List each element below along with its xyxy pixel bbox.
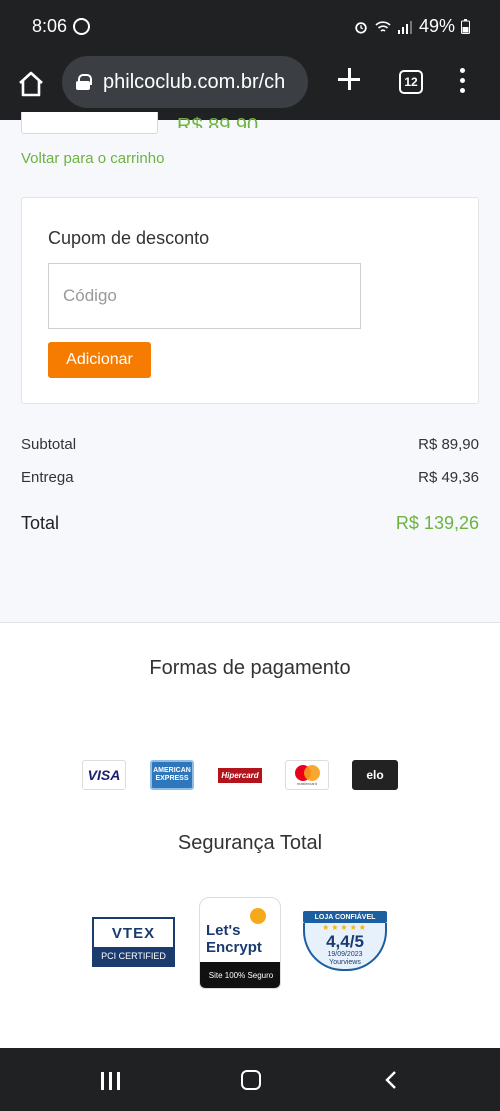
checkout-summary-area: R$ 89,90 Voltar para o carrinho Cupom de… <box>0 112 500 622</box>
shipping-value: R$ 49,36 <box>418 469 479 486</box>
item-price-partial: R$ 89,90 <box>177 115 259 128</box>
address-bar[interactable]: philcoclub.com.br/ch <box>62 56 308 108</box>
trusted-store-score: 4,4/5 <box>326 932 364 951</box>
letsencrypt-badge: Let's Encrypt Site 100% Seguro <box>199 897 281 989</box>
status-time: 8:06 <box>32 16 68 36</box>
total-label: Total <box>21 513 60 533</box>
trusted-store-date: 19/09/2023 <box>327 951 363 958</box>
home-icon[interactable] <box>17 70 45 98</box>
back-to-cart-link[interactable]: Voltar para o carrinho <box>21 150 164 167</box>
subtotal-value: R$ 89,90 <box>418 436 479 453</box>
system-navigation-bar <box>0 1048 500 1111</box>
coupon-card: Cupom de desconto Adicionar <box>21 197 479 404</box>
coupon-code-input[interactable] <box>48 263 361 329</box>
add-coupon-button[interactable]: Adicionar <box>48 342 151 378</box>
shipping-label: Entrega <box>21 469 74 486</box>
visa-logo: VISA <box>82 760 126 790</box>
mastercard-logo: mastercard <box>285 760 329 790</box>
letsencrypt-line2: Encrypt <box>206 939 262 956</box>
elo-logo: elo <box>352 760 398 790</box>
tab-switcher-button[interactable]: 12 <box>399 70 423 94</box>
hipercard-logo: Hipercard <box>218 760 262 790</box>
trusted-store-badge: LOJA CONFIÁVEL ★★★★★ 4,4/5 19/09/2023 Yo… <box>303 911 387 973</box>
letsencrypt-line1: Let's <box>206 922 241 939</box>
amex-logo: AMERICAN EXPRESS <box>150 760 194 790</box>
alarm-icon <box>355 21 367 34</box>
vtex-badge-top: VTEX <box>111 924 156 942</box>
security-badges: VTEX PCI CERTIFIED Let's Encrypt Site 10… <box>0 895 500 995</box>
security-title: Segurança Total <box>177 832 323 854</box>
subtotal-row: Subtotal R$ 89,90 <box>21 436 479 453</box>
letsencrypt-caption: Site 100% Seguro <box>200 962 280 988</box>
battery-icon <box>461 19 470 34</box>
subtotal-label: Subtotal <box>21 436 77 453</box>
shipping-row: Entrega R$ 49,36 <box>21 469 479 486</box>
battery-percent: 49% <box>418 16 455 36</box>
total-row: Total R$ 139,26 <box>21 513 479 534</box>
mastercard-circles-icon <box>293 764 321 781</box>
trusted-store-body: ★★★★★ 4,4/5 19/09/2023 Yourviews <box>303 923 387 971</box>
home-nav-icon[interactable] <box>241 1070 261 1090</box>
back-nav-icon[interactable] <box>384 1070 398 1090</box>
vtex-badge-bottom: PCI CERTIFIED <box>94 947 173 965</box>
status-bar: 8:06 49% <box>0 0 500 56</box>
recent-apps-icon[interactable] <box>101 1072 121 1090</box>
total-value: R$ 139,26 <box>395 513 479 533</box>
letsencrypt-text: Let's Encrypt <box>206 922 262 956</box>
status-indicators: 49% <box>353 16 470 37</box>
coupon-title: Cupom de desconto <box>48 228 210 248</box>
trusted-store-source: Yourviews <box>329 959 361 966</box>
mastercard-label: mastercard <box>296 780 317 786</box>
trusted-store-title: LOJA CONFIÁVEL <box>303 911 387 923</box>
quantity-field-partial[interactable] <box>21 112 158 134</box>
new-tab-icon[interactable] <box>336 66 362 92</box>
lock-icon <box>76 74 92 90</box>
url-text: philcoclub.com.br/ch <box>103 70 286 93</box>
section-divider <box>0 622 500 623</box>
whatsapp-icon <box>73 18 90 35</box>
wifi-icon <box>375 20 391 32</box>
payment-methods-title: Formas de pagamento <box>149 657 351 679</box>
payment-methods-list: VISA AMERICAN EXPRESS Hipercard masterca… <box>82 760 398 790</box>
more-menu-icon[interactable] <box>460 68 466 96</box>
signal-icon <box>397 20 412 34</box>
hipercard-label: Hipercard <box>218 767 262 783</box>
vtex-pci-badge: VTEX PCI CERTIFIED <box>92 917 175 967</box>
